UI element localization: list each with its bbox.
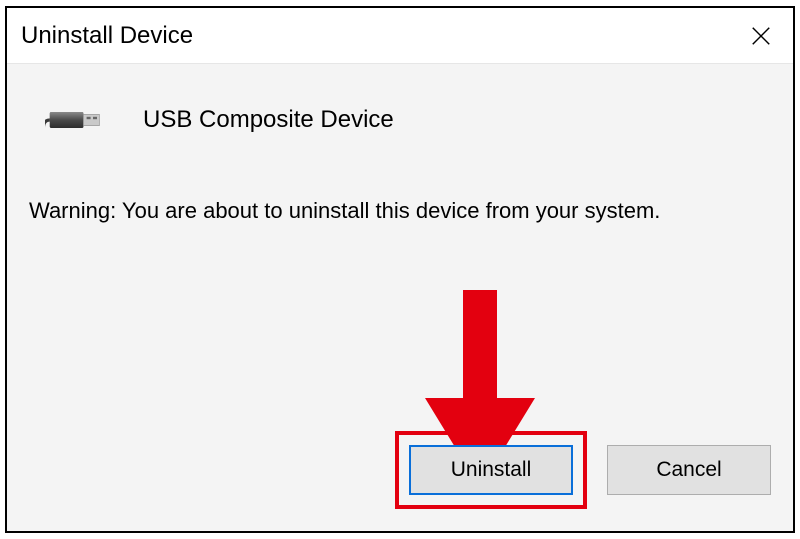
button-row: Uninstall Cancel	[395, 431, 771, 509]
uninstall-highlight: Uninstall	[395, 431, 587, 509]
dialog-frame: Uninstall Device	[5, 6, 795, 533]
titlebar: Uninstall Device	[7, 8, 793, 64]
uninstall-button[interactable]: Uninstall	[409, 445, 573, 495]
close-button[interactable]	[741, 16, 781, 56]
dialog-title: Uninstall Device	[21, 22, 193, 50]
device-row: USB Composite Device	[45, 98, 771, 142]
close-icon	[750, 25, 772, 47]
usb-device-icon	[45, 98, 109, 142]
device-name: USB Composite Device	[143, 106, 394, 134]
cancel-button[interactable]: Cancel	[607, 445, 771, 495]
warning-text: Warning: You are about to uninstall this…	[29, 196, 771, 226]
dialog-content: USB Composite Device Warning: You are ab…	[7, 64, 793, 531]
